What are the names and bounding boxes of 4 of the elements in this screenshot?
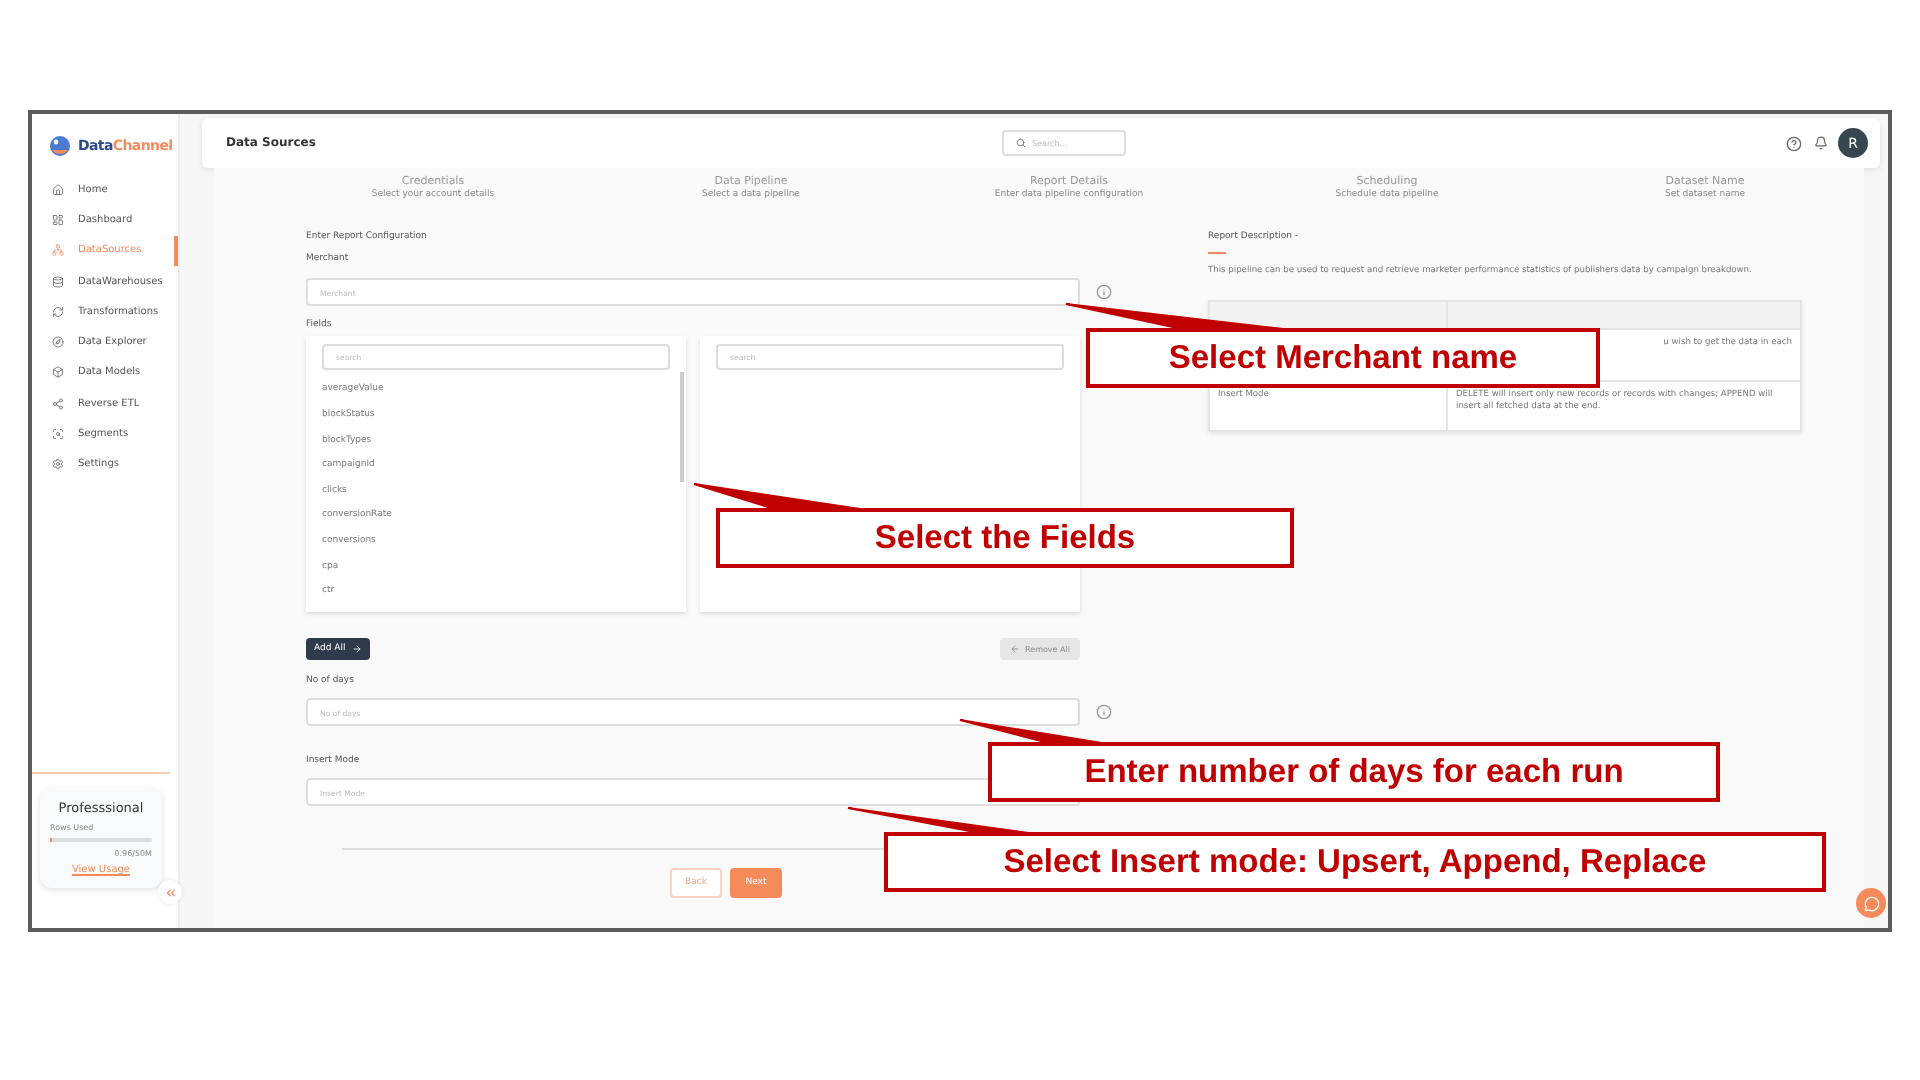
callout-tooltip: Select Insert mode: Upsert, Append, Replace — [884, 832, 1826, 892]
callout-tooltip: Select Merchant name — [1086, 328, 1600, 388]
callout-tooltip: Enter number of days for each run — [988, 742, 1720, 802]
callout-tooltip: Select the Fields — [716, 508, 1294, 568]
